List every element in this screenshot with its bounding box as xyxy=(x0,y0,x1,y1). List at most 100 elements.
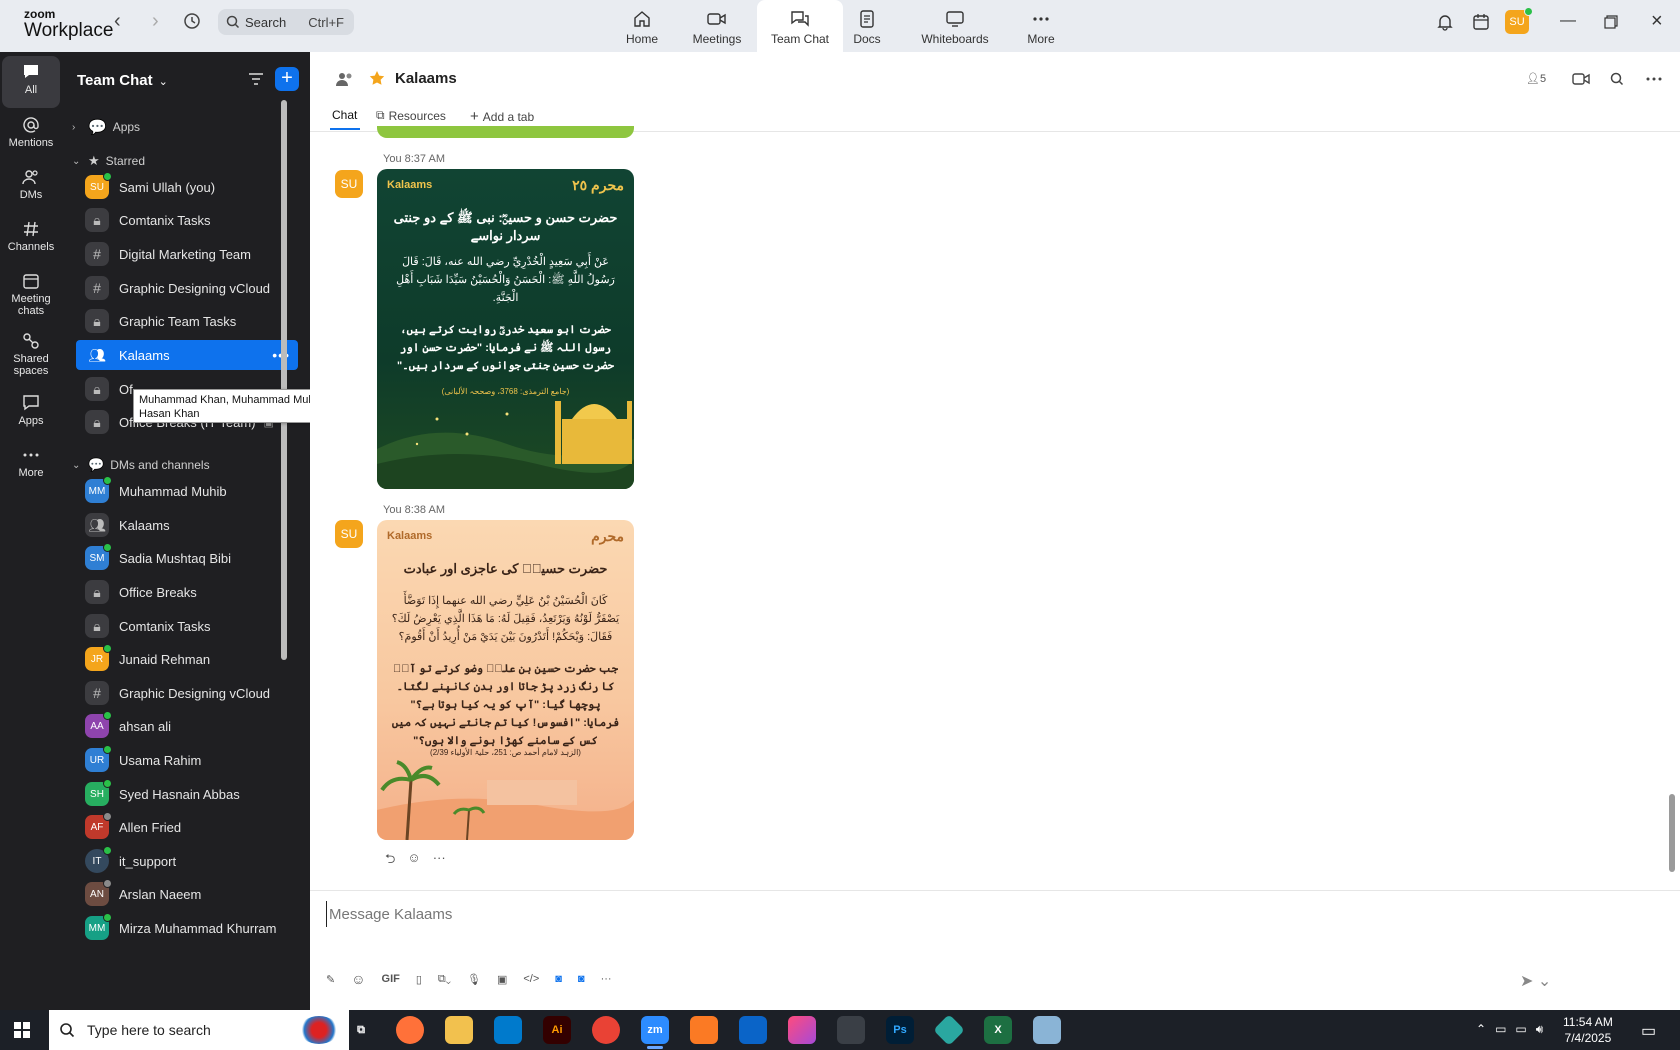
app-icon-2[interactable]: ◙ xyxy=(578,973,585,985)
tab-more[interactable]: More xyxy=(998,0,1084,52)
close-icon[interactable]: × xyxy=(1651,10,1663,33)
sidebar-item-graphic-team-tasks[interactable]: 🔒︎ Graphic Team Tasks xyxy=(76,306,298,336)
tab-docs[interactable]: Docs xyxy=(824,0,910,52)
illustrator-icon[interactable]: Ai xyxy=(543,1016,571,1044)
outlook-icon[interactable] xyxy=(739,1016,767,1044)
pen-tool-icon[interactable] xyxy=(837,1016,865,1044)
sidebar-item-arslan-naeem[interactable]: AN Arslan Naeem xyxy=(76,879,298,909)
volume-icon[interactable]: 🔊︎ xyxy=(1536,1022,1544,1037)
emoji-icon[interactable]: ☺ xyxy=(351,971,365,987)
minimize-icon[interactable]: — xyxy=(1560,12,1576,30)
taskbar-clock[interactable]: 11:54 AM 7/4/2025 xyxy=(1563,1014,1613,1046)
profile-avatar[interactable]: SU xyxy=(1505,7,1533,34)
tab-home[interactable]: Home xyxy=(599,0,685,52)
sidebar-item-kalaams-dm[interactable]: 👥︎ Kalaams xyxy=(76,510,298,540)
rail-channels[interactable]: Channels xyxy=(2,216,60,260)
sidebar-item-allen-fried[interactable]: AF Allen Fried xyxy=(76,812,298,842)
code-icon[interactable]: </> xyxy=(523,973,539,985)
sidebar-item-muhammad-muhib[interactable]: MM Muhammad Muhib xyxy=(76,476,298,506)
send-button[interactable]: ➤ ⌄ xyxy=(1520,971,1551,991)
video-icon[interactable] xyxy=(1572,72,1590,86)
sidebar-item-comtanix-tasks-2[interactable]: 🔒︎ Comtanix Tasks xyxy=(76,611,298,641)
gif-button[interactable]: GIF xyxy=(382,973,400,985)
vscode-icon[interactable] xyxy=(494,1016,522,1044)
sidebar-item-graphic-designing[interactable]: # Graphic Designing vCloud xyxy=(76,273,298,303)
notepad-icon[interactable] xyxy=(1033,1016,1061,1044)
rail-meeting-chats[interactable]: Meeting chats xyxy=(2,268,60,322)
more-options-icon[interactable]: ··· xyxy=(433,850,446,872)
sidebar-item-usama-rahim[interactable]: UR Usama Rahim xyxy=(76,745,298,775)
search-input[interactable]: Search Ctrl+F xyxy=(218,9,354,35)
message-input[interactable] xyxy=(326,901,1626,927)
video-message-icon[interactable]: ▣ xyxy=(497,973,507,986)
chat-scrollbar[interactable] xyxy=(1669,794,1675,872)
more-options-icon[interactable] xyxy=(1646,77,1662,81)
sidebar-item-sadia-mushtaq[interactable]: SM Sadia Mushtaq Bibi xyxy=(76,543,298,573)
sidebar-item-sami-ullah[interactable]: SU Sami Ullah (you) xyxy=(76,172,298,202)
calendar-icon[interactable] xyxy=(1472,13,1490,31)
sidebar-item-graphic-designing-2[interactable]: # Graphic Designing vCloud xyxy=(76,678,298,708)
more-icon[interactable]: ··· xyxy=(601,973,612,985)
channel-name[interactable]: Kalaams xyxy=(395,70,457,87)
app-icon[interactable]: ◙ xyxy=(555,973,562,985)
sidebar-item-comtanix-tasks[interactable]: 🔒︎ Comtanix Tasks xyxy=(76,205,298,235)
bell-icon[interactable] xyxy=(1436,13,1454,31)
image-card[interactable]: Kalaams محرم ٢٥ حضرت حسن و حسینؓ: نبی ﷺ … xyxy=(377,169,634,489)
file-icon[interactable]: ▯ xyxy=(416,973,422,986)
rail-all[interactable]: All xyxy=(2,56,60,108)
image-card[interactable]: Kalaams محرم حضرت حسینؓ کی عاجزی اور عبا… xyxy=(377,520,634,840)
tab-meetings[interactable]: Meetings xyxy=(674,0,760,52)
format-icon[interactable]: ✎ xyxy=(326,973,335,986)
section-starred[interactable]: ⌄ ★ Starred xyxy=(72,153,145,169)
search-icon[interactable] xyxy=(1610,72,1624,86)
filter-icon[interactable] xyxy=(248,72,264,86)
history-icon[interactable] xyxy=(182,11,202,31)
zoom-taskbar-icon[interactable]: zm xyxy=(641,1016,669,1049)
file-explorer-icon[interactable] xyxy=(445,1016,473,1044)
previous-image-card[interactable] xyxy=(377,126,634,138)
creative-cloud-icon[interactable] xyxy=(788,1016,816,1044)
sidebar-scrollbar[interactable] xyxy=(281,100,287,660)
tab-resources[interactable]: ⧉ Resources xyxy=(376,108,446,123)
rail-more[interactable]: More xyxy=(2,442,60,486)
windows-start-icon[interactable] xyxy=(14,1022,30,1038)
sidebar-item-kalaams[interactable]: 👥︎Kalaams••• xyxy=(76,340,298,370)
restore-icon[interactable] xyxy=(1604,15,1618,29)
tab-add[interactable]: + Add a tab xyxy=(470,108,534,125)
task-view-icon[interactable]: ⧉ xyxy=(347,1016,375,1044)
forward-arrow-icon[interactable]: › xyxy=(152,10,159,33)
section-dms-channels[interactable]: ⌄ 💬 DMs and channels xyxy=(72,457,210,473)
rail-apps[interactable]: Apps xyxy=(2,390,60,434)
mic-icon[interactable]: 🎙︎ xyxy=(467,973,481,986)
notification-icon[interactable]: ▭ xyxy=(1641,1021,1656,1041)
back-arrow-icon[interactable]: ‹ xyxy=(114,10,121,33)
section-apps[interactable]: › 💬 Apps xyxy=(72,118,140,136)
firefox-icon[interactable] xyxy=(396,1016,424,1044)
sidebar-item-it-support[interactable]: IT it_support xyxy=(76,846,298,876)
taskbar-search[interactable]: Type here to search xyxy=(49,1010,349,1050)
sidebar-item-office-breaks[interactable]: 🔒︎ Office Breaks xyxy=(76,577,298,607)
app-diamond-icon[interactable] xyxy=(933,1014,965,1046)
chevron-up-icon[interactable]: ⌃ xyxy=(1476,1022,1486,1037)
chrome-icon[interactable] xyxy=(592,1016,620,1044)
sidebar-item-junaid-rehman[interactable]: JR Junaid Rehman xyxy=(76,644,298,674)
display-icon[interactable]: ▭ xyxy=(1515,1022,1526,1037)
sidebar-item-syed-hasnain[interactable]: SH Syed Hasnain Abbas xyxy=(76,779,298,809)
star-icon[interactable] xyxy=(369,70,385,86)
new-chat-button[interactable]: + xyxy=(275,67,299,91)
reply-icon[interactable]: ⮌ xyxy=(385,850,395,872)
screenshot-icon[interactable]: ⧉⌄ xyxy=(438,973,451,986)
rail-dms[interactable]: DMs xyxy=(2,164,60,208)
emoji-icon[interactable]: ☺ xyxy=(407,850,420,872)
message-avatar[interactable]: SU xyxy=(335,170,363,198)
rail-mentions[interactable]: Mentions xyxy=(2,112,60,156)
members-button[interactable]: 👤︎5 xyxy=(1526,72,1546,85)
rail-shared-spaces[interactable]: Shared spaces xyxy=(2,328,60,382)
photoshop-icon[interactable]: Ps xyxy=(886,1016,914,1044)
message-avatar[interactable]: SU xyxy=(335,520,363,548)
sidebar-item-digital-marketing[interactable]: # Digital Marketing Team xyxy=(76,239,298,269)
sidebar-item-mirza-khurram[interactable]: MM Mirza Muhammad Khurram xyxy=(76,913,298,943)
tab-whiteboards[interactable]: Whiteboards xyxy=(911,0,999,52)
tab-chat[interactable]: Chat xyxy=(332,108,357,122)
network-icon[interactable]: ▭ xyxy=(1495,1022,1506,1037)
